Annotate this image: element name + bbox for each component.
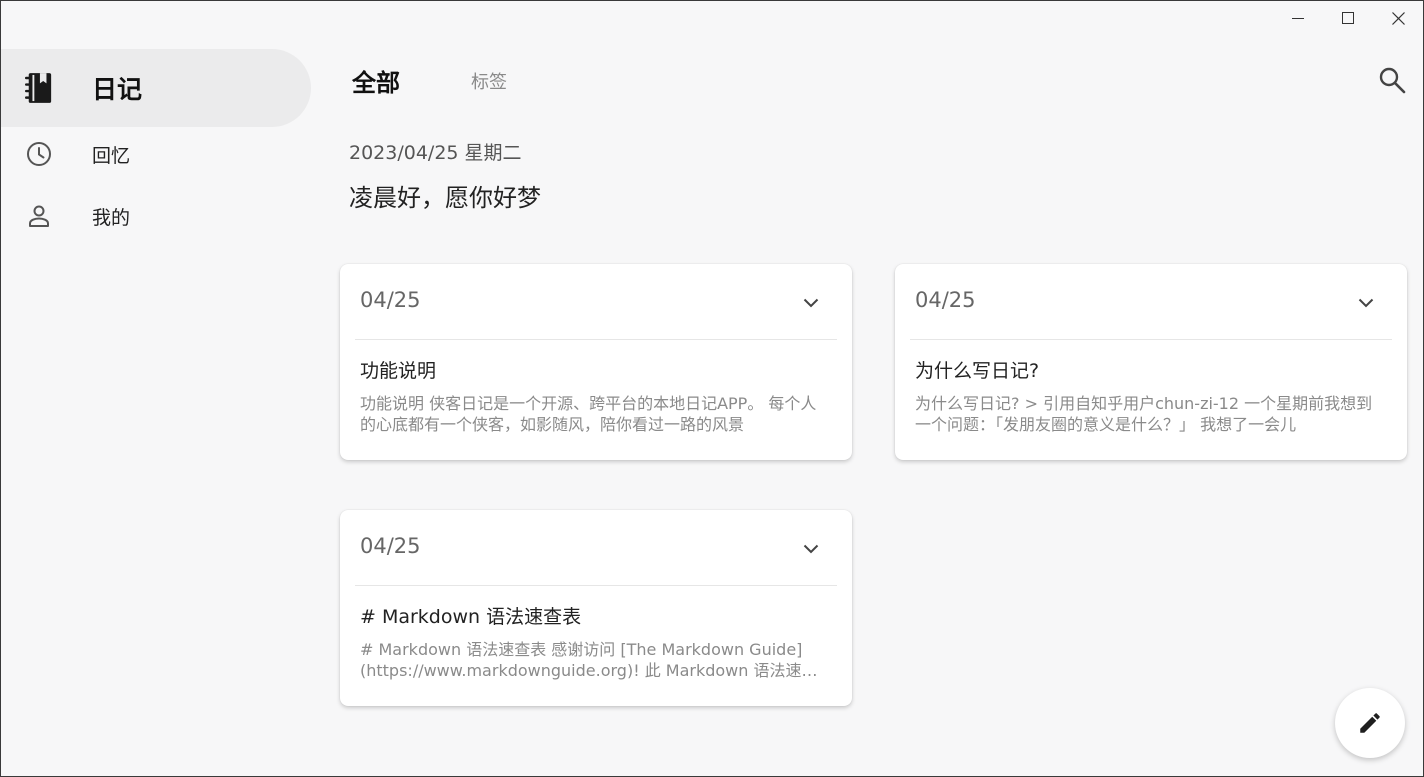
tab-all[interactable]: 全部: [352, 63, 400, 98]
chevron-down-icon[interactable]: [800, 292, 822, 314]
close-button[interactable]: [1373, 1, 1423, 35]
new-entry-button[interactable]: [1335, 688, 1405, 758]
greeting-text: 凌晨好，愿你好梦: [349, 184, 541, 212]
sidebar-item-diary[interactable]: 日记: [1, 49, 311, 127]
card-title: # Markdown 语法速查表: [360, 606, 582, 628]
card-title: 功能说明: [360, 360, 437, 382]
search-icon: [1379, 67, 1406, 94]
sidebar-item-label: 日记: [92, 75, 143, 104]
card-excerpt: # Markdown 语法速查表 感谢访问 [The Markdown Guid…: [360, 640, 818, 680]
diary-card[interactable]: 04/25 功能说明 功能说明 侠客日记是一个开源、跨平台的本地日记APP。 每…: [340, 264, 852, 460]
search-button[interactable]: [1375, 63, 1409, 97]
tab-tags[interactable]: 标签: [471, 68, 507, 94]
maximize-button[interactable]: [1323, 1, 1373, 35]
current-date: 2023/04/25 星期二: [349, 142, 522, 164]
diary-card[interactable]: 04/25 为什么写日记? 为什么写日记? > 引用自知乎用户chun-zi-1…: [895, 264, 1407, 460]
card-date: 04/25: [360, 288, 421, 312]
divider: [910, 339, 1392, 340]
card-excerpt: 为什么写日记? > 引用自知乎用户chun-zi-12 一个星期前我想到一个问题…: [915, 394, 1373, 434]
clock-icon: [25, 140, 53, 168]
diary-card[interactable]: 04/25 # Markdown 语法速查表 # Markdown 语法速查表 …: [340, 510, 852, 706]
diary-book-icon: [25, 73, 53, 103]
card-title: 为什么写日记?: [915, 360, 1040, 382]
chevron-down-icon[interactable]: [1355, 292, 1377, 314]
sidebar-item-label: 我的: [92, 206, 131, 229]
window-controls: [1273, 1, 1423, 35]
sidebar-item-memories[interactable]: 回忆: [1, 119, 313, 189]
card-excerpt: 功能说明 侠客日记是一个开源、跨平台的本地日记APP。 每个人的心底都有一个侠客…: [360, 394, 817, 434]
sidebar-item-label: 回忆: [92, 144, 131, 167]
sidebar-item-mine[interactable]: 我的: [1, 181, 313, 251]
sidebar: 日记 回忆 我的: [1, 49, 313, 243]
maximize-icon: [1342, 12, 1354, 24]
divider: [355, 339, 837, 340]
pencil-icon: [1360, 713, 1380, 733]
minimize-button[interactable]: [1273, 1, 1323, 35]
person-icon: [25, 202, 53, 230]
chevron-down-icon[interactable]: [800, 538, 822, 560]
divider: [355, 585, 837, 586]
card-date: 04/25: [915, 288, 976, 312]
minimize-icon: [1292, 18, 1304, 19]
close-icon: [1391, 11, 1405, 25]
card-date: 04/25: [360, 534, 421, 558]
